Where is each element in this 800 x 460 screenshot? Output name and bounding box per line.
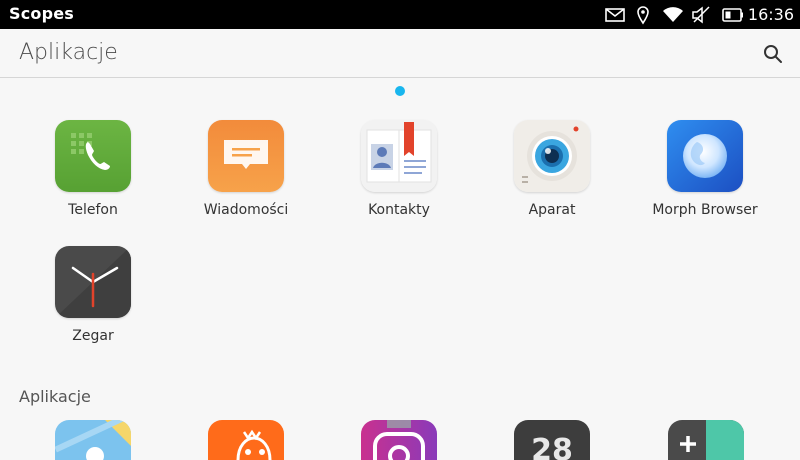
app-label: Aparat bbox=[528, 202, 576, 218]
page-indicator-dot bbox=[395, 86, 405, 96]
messages-icon bbox=[208, 120, 284, 192]
app-kontakty[interactable]: Kontakty bbox=[324, 120, 474, 218]
clock-icon bbox=[55, 246, 131, 318]
app-label: Telefon bbox=[68, 202, 118, 218]
section-title: Aplikacje bbox=[19, 387, 91, 406]
phone-icon bbox=[55, 120, 131, 192]
app-wiadomosci[interactable]: Wiadomości bbox=[171, 120, 321, 218]
volume-muted-icon bbox=[691, 0, 711, 29]
wifi-icon bbox=[662, 0, 684, 29]
svg-text:28: 28 bbox=[531, 433, 573, 460]
app-label: Morph Browser bbox=[652, 202, 758, 218]
location-icon bbox=[636, 0, 650, 29]
app-zegar[interactable]: Zegar bbox=[18, 246, 168, 344]
status-bar-title: Scopes bbox=[9, 4, 75, 23]
contacts-icon bbox=[361, 120, 437, 192]
search-icon[interactable] bbox=[763, 44, 783, 64]
app-aparat[interactable]: Aparat bbox=[477, 120, 627, 218]
lion-icon[interactable] bbox=[208, 420, 284, 460]
app-morph-browser[interactable]: Morph Browser bbox=[630, 120, 780, 218]
status-bar-time: 16:36 bbox=[747, 5, 794, 24]
page-title: Aplikacje bbox=[19, 40, 118, 65]
page-header: Aplikacje bbox=[0, 29, 800, 78]
browser-icon bbox=[667, 120, 743, 192]
weather-icon[interactable] bbox=[55, 420, 131, 460]
camera-icon bbox=[514, 120, 590, 192]
status-bar[interactable]: Scopes 16:36 bbox=[0, 0, 800, 29]
app-label: Wiadomości bbox=[203, 202, 289, 218]
calculator-icon[interactable] bbox=[668, 420, 744, 460]
calendar-icon[interactable]: 28 bbox=[514, 420, 590, 460]
app-telefon[interactable]: Telefon bbox=[18, 120, 168, 218]
app-label: Zegar bbox=[72, 328, 114, 344]
battery-icon bbox=[722, 0, 744, 29]
instagram-icon[interactable] bbox=[361, 420, 437, 460]
mail-icon bbox=[605, 0, 625, 29]
app-label: Kontakty bbox=[368, 202, 430, 218]
